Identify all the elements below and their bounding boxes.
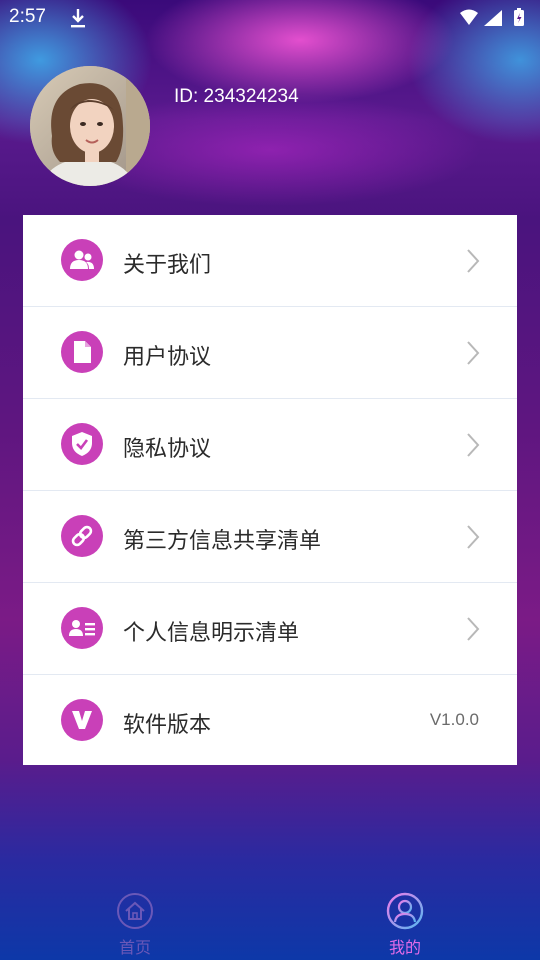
signal-icon <box>484 10 502 26</box>
user-icon <box>386 892 424 930</box>
status-icons <box>460 8 524 26</box>
battery-icon <box>514 8 524 26</box>
v-icon <box>61 699 103 741</box>
tab-mine[interactable]: 我的 <box>345 892 465 958</box>
menu-item-personal-info-list[interactable]: 个人信息明示清单 <box>23 583 517 675</box>
chevron-right-icon <box>467 433 480 457</box>
menu-item-label: 个人信息明示清单 <box>123 621 300 646</box>
avatar[interactable] <box>30 66 150 186</box>
chevron-right-icon <box>467 341 480 365</box>
chevron-right-icon <box>467 249 480 273</box>
tab-home-label: 首页 <box>118 938 151 957</box>
chevron-right-icon <box>467 617 480 641</box>
status-time: 2:57 <box>9 6 46 27</box>
home-icon <box>117 893 153 929</box>
menu-item-privacy-agreement[interactable]: 隐私协议 <box>23 399 517 491</box>
user-id: ID: 234324234 <box>174 86 299 107</box>
shield-icon <box>61 423 103 465</box>
chevron-right-icon <box>467 525 480 549</box>
link-icon <box>61 515 103 557</box>
menu-item-label: 第三方信息共享清单 <box>123 529 322 554</box>
menu-item-label: 关于我们 <box>123 253 212 278</box>
menu-card: 关于我们 用户协议 隐私协议 第三方信息共享清单 个人信息明示清单 软件版本 V… <box>23 215 517 765</box>
menu-item-user-agreement[interactable]: 用户协议 <box>23 307 517 399</box>
download-icon <box>71 9 85 28</box>
tab-home[interactable]: 首页 <box>75 892 195 958</box>
menu-item-label: 用户协议 <box>123 345 212 370</box>
version-value: V1.0.0 <box>429 710 479 729</box>
id-card-icon <box>61 607 103 649</box>
menu-item-third-party-sharing[interactable]: 第三方信息共享清单 <box>23 491 517 583</box>
menu-item-software-version[interactable]: 软件版本 V1.0.0 <box>23 675 517 766</box>
wifi-icon <box>460 9 478 25</box>
tab-mine-label: 我的 <box>388 938 421 957</box>
bottom-nav: 首页 我的 <box>0 884 540 960</box>
menu-item-label: 软件版本 <box>123 713 212 738</box>
status-bar: 2:57 <box>0 0 540 36</box>
menu-item-about-us[interactable]: 关于我们 <box>23 215 517 307</box>
avatar-image <box>30 66 150 186</box>
menu-item-label: 隐私协议 <box>123 437 212 462</box>
users-icon <box>61 239 103 281</box>
document-icon <box>61 331 103 373</box>
